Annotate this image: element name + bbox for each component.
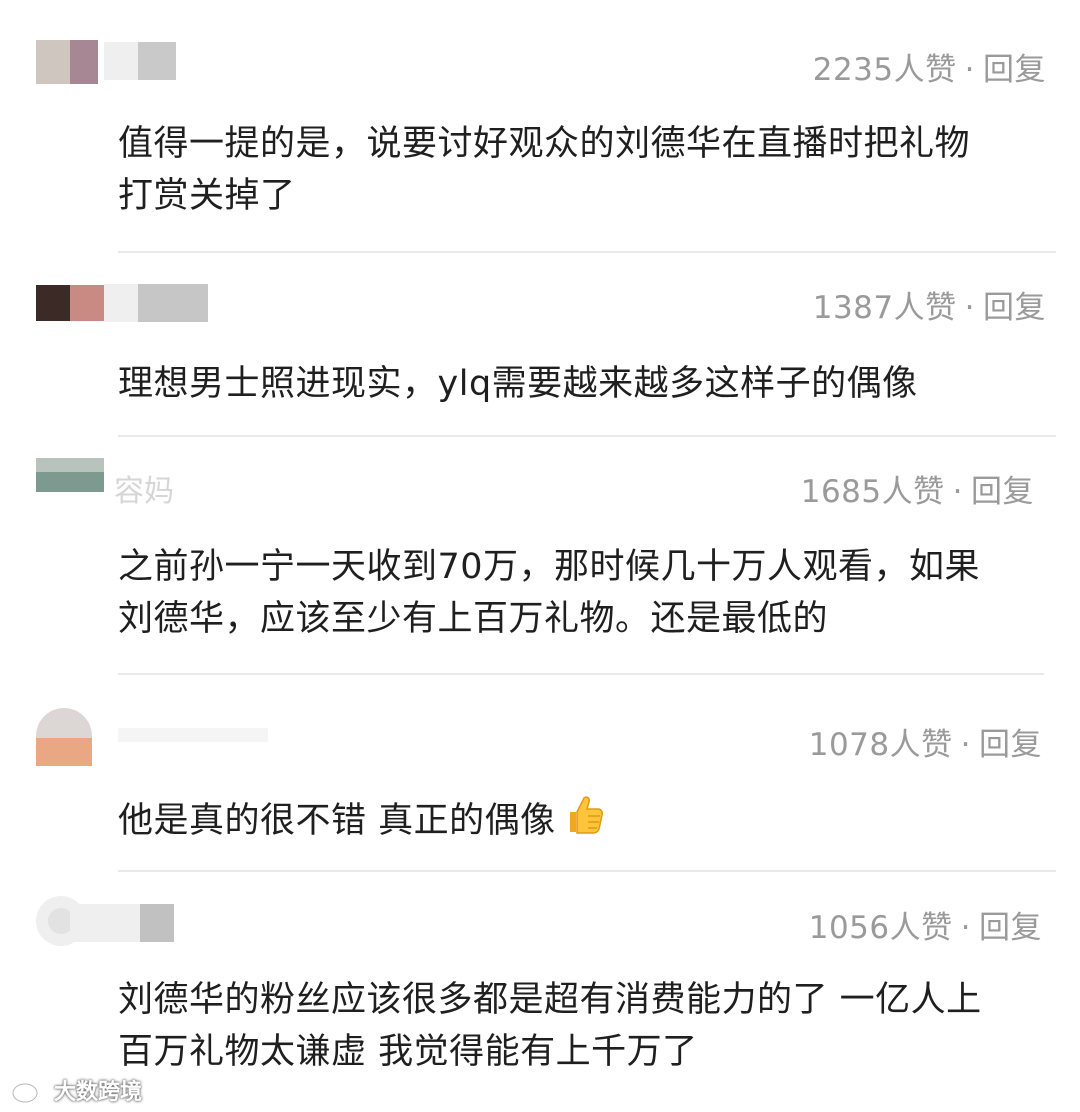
comment-meta: 2235人赞 · 回复 — [813, 44, 1046, 89]
like-count[interactable]: 1078人赞 — [809, 727, 953, 763]
username-blurred[interactable] — [70, 904, 174, 942]
username-blurred[interactable] — [118, 728, 268, 742]
divider — [118, 870, 1056, 872]
reply-button[interactable]: 回复 — [979, 727, 1042, 763]
watermark-text: 大数跨境 — [54, 1080, 143, 1105]
comment-line: 理想男士照进现实，ylq需要越来越多这样子的偶像 — [118, 364, 918, 404]
username-blurred[interactable] — [104, 42, 176, 80]
comment-line: 值得一提的是，说要讨好观众的刘德华在直播时把礼物 — [118, 124, 971, 164]
comment-line: 百万礼物太谦虚 我觉得能有上千万了 — [118, 1032, 698, 1072]
reply-button[interactable]: 回复 — [971, 474, 1034, 510]
divider — [118, 435, 1056, 437]
reply-button[interactable]: 回复 — [983, 52, 1046, 88]
comment-text: 理想男士照进现实，ylq需要越来越多这样子的偶像 — [118, 358, 1068, 410]
comment-text: 之前孙一宁一天收到70万，那时候几十万人观看，如果 刘德华，应该至少有上百万礼物… — [118, 541, 1068, 645]
comment-line-text: 他是真的很不错 真正的偶像 — [118, 801, 556, 841]
meta-separator: · — [952, 474, 963, 510]
meta-separator: · — [960, 727, 971, 763]
meta-separator: · — [964, 52, 975, 88]
avatar[interactable] — [36, 285, 104, 321]
comment-text: 刘德华的粉丝应该很多都是超有消费能力的了 一亿人上 百万礼物太谦虚 我觉得能有上… — [118, 974, 1068, 1078]
comment-line: 打赏关掉了 — [118, 176, 296, 216]
like-count[interactable]: 1056人赞 — [809, 910, 953, 946]
comment-meta: 1685人赞 · 回复 — [801, 466, 1034, 511]
username-partial[interactable]: 容妈 — [114, 466, 174, 510]
like-count[interactable]: 2235人赞 — [813, 52, 957, 88]
comment-text: 他是真的很不错 真正的偶像 — [118, 792, 1068, 847]
comment-line: 刘德华，应该至少有上百万礼物。还是最低的 — [118, 599, 829, 639]
comment-text: 值得一提的是，说要讨好观众的刘德华在直播时把礼物 打赏关掉了 — [118, 118, 1068, 222]
watermark: 大数跨境 — [10, 1074, 142, 1106]
meta-separator: · — [960, 910, 971, 946]
divider — [118, 251, 1056, 253]
comment-line: 之前孙一宁一天收到70万，那时候几十万人观看，如果 — [118, 547, 981, 587]
comment-line: 刘德华的粉丝应该很多都是超有消费能力的了 一亿人上 — [118, 980, 982, 1020]
avatar[interactable] — [36, 458, 104, 492]
comment-meta: 1056人赞 · 回复 — [809, 902, 1042, 947]
avatar[interactable] — [36, 708, 92, 766]
meta-separator: · — [964, 290, 975, 326]
like-count[interactable]: 1685人赞 — [801, 474, 945, 510]
avatar[interactable] — [36, 40, 98, 84]
thumbs-up-icon — [569, 796, 603, 834]
reply-button[interactable]: 回复 — [983, 290, 1046, 326]
username-blurred[interactable] — [104, 284, 208, 322]
comment-line: 他是真的很不错 真正的偶像 — [118, 792, 1068, 847]
comment-meta: 1387人赞 · 回复 — [813, 282, 1046, 327]
comment-meta: 1078人赞 · 回复 — [809, 719, 1042, 764]
weibo-logo-icon — [11, 1080, 46, 1104]
divider — [118, 673, 1044, 675]
reply-button[interactable]: 回复 — [979, 910, 1042, 946]
like-count[interactable]: 1387人赞 — [813, 290, 957, 326]
